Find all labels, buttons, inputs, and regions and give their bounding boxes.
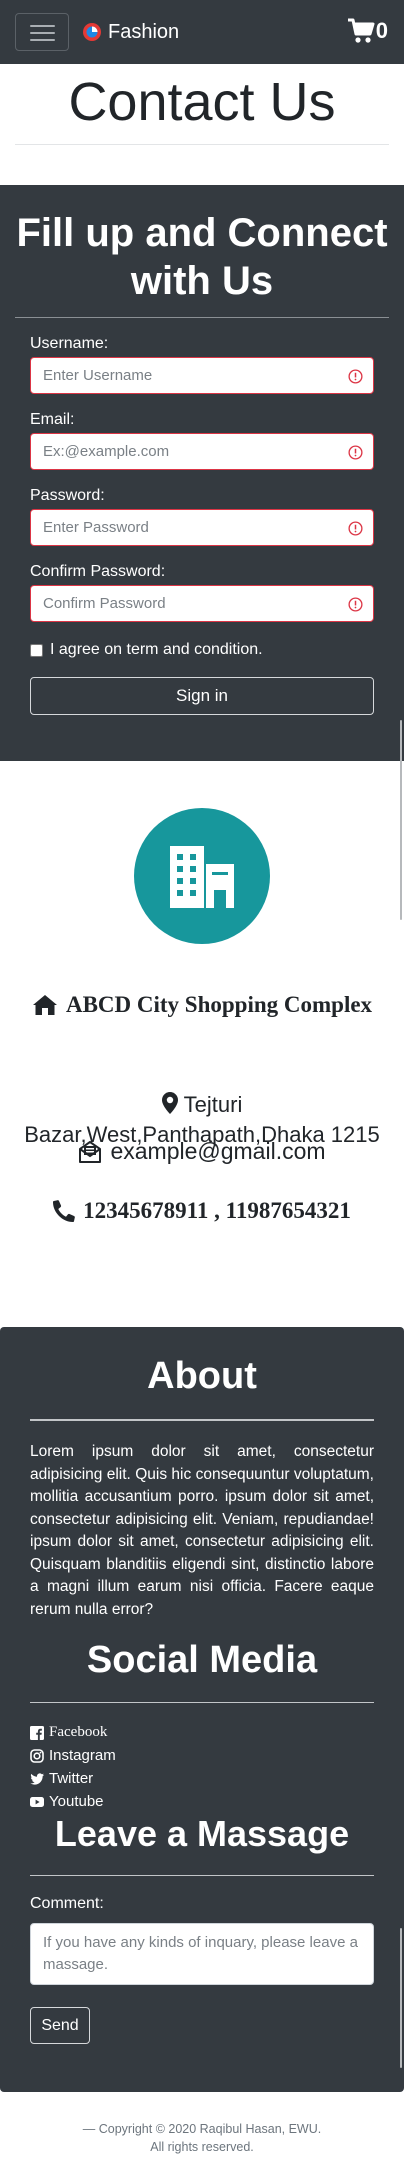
phone-icon xyxy=(53,1200,75,1222)
home-icon xyxy=(32,995,57,1015)
complex-name-row: ABCD City Shopping Complex xyxy=(0,992,404,1018)
email-field-wrapper xyxy=(30,433,374,470)
confirm-password-input[interactable] xyxy=(31,586,373,621)
agree-terms-row: I agree on term and condition. xyxy=(30,641,263,659)
password-input[interactable] xyxy=(31,510,373,545)
email-label: Email: xyxy=(30,411,75,428)
copyright-line-1: — Copyright © 2020 Raqibul Hasan, EWU. xyxy=(82,2122,322,2136)
copyright-line-2: All rights reserved. xyxy=(150,2140,254,2154)
brand-logo-icon xyxy=(83,23,101,41)
social-media-title: Social Media xyxy=(86,1639,318,1681)
map-marker-icon xyxy=(161,1092,178,1114)
brand-link[interactable]: Fashion xyxy=(82,18,179,46)
sign-in-button[interactable]: Sign in xyxy=(30,677,374,715)
cart-button[interactable]: 0 xyxy=(347,16,388,46)
divider xyxy=(30,1419,374,1421)
divider xyxy=(30,1875,374,1876)
facebook-icon xyxy=(30,1725,44,1740)
error-icon xyxy=(348,369,363,384)
footer-section: About Lorem ipsum dolor sit amet, consec… xyxy=(0,1327,404,2092)
hamburger-line xyxy=(30,32,55,34)
scroll-indicator xyxy=(400,1928,402,2068)
divider xyxy=(15,144,389,145)
social-links: Facebook Instagram Twitter Youtube xyxy=(30,1721,116,1813)
confirm-password-field-wrapper xyxy=(30,585,374,622)
email-input[interactable] xyxy=(31,434,373,469)
social-label: Instagram xyxy=(49,1747,116,1764)
about-text: Lorem ipsum dolor sit amet, consectetur … xyxy=(30,1443,374,1618)
building-icon xyxy=(170,846,234,908)
instagram-icon xyxy=(30,1748,44,1763)
confirm-password-label: Confirm Password: xyxy=(30,563,166,580)
username-field-wrapper xyxy=(30,357,374,394)
cart-count: 0 xyxy=(375,18,388,43)
divider xyxy=(30,1702,374,1703)
username-input[interactable] xyxy=(31,358,373,393)
error-icon xyxy=(348,521,363,536)
password-field-wrapper xyxy=(30,509,374,546)
navbar: Fashion 0 xyxy=(0,0,404,64)
shopping-cart-icon xyxy=(347,18,375,43)
page-title: Contact Us xyxy=(68,72,336,132)
envelope-open-text-icon xyxy=(79,1140,102,1163)
hamburger-line xyxy=(30,39,55,41)
about-title: About xyxy=(147,1355,257,1397)
building-icon-badge xyxy=(134,808,270,944)
social-label: Facebook xyxy=(49,1724,108,1740)
social-link-youtube[interactable]: Youtube xyxy=(30,1790,116,1813)
comment-label: Comment: xyxy=(30,1895,104,1912)
form-title: Fill up and Connect with Us xyxy=(16,211,388,303)
phone-row: 12345678911 , 11987654321 xyxy=(0,1198,404,1224)
twitter-icon xyxy=(30,1772,44,1785)
social-link-instagram[interactable]: Instagram xyxy=(30,1744,116,1767)
brand-name: Fashion xyxy=(108,20,180,43)
complex-name: ABCD City Shopping Complex xyxy=(65,992,373,1017)
social-label: Twitter xyxy=(49,1770,94,1787)
social-label: Youtube xyxy=(49,1793,104,1810)
hamburger-line xyxy=(30,25,55,27)
divider xyxy=(15,317,389,318)
scroll-indicator xyxy=(400,720,402,920)
social-link-facebook[interactable]: Facebook xyxy=(30,1721,116,1744)
leave-message-title: Leave a Massage xyxy=(54,1813,350,1854)
youtube-icon xyxy=(30,1796,44,1807)
copyright: — Copyright © 2020 Raqibul Hasan, EWU. A… xyxy=(0,2120,404,2156)
agree-terms-checkbox[interactable] xyxy=(30,643,43,657)
password-label: Password: xyxy=(30,487,105,504)
menu-toggle-button[interactable] xyxy=(15,13,69,51)
send-button[interactable]: Send xyxy=(30,2007,90,2044)
contact-phone[interactable]: 12345678911 , 11987654321 xyxy=(83,1198,351,1224)
email-row: example@gmail.com xyxy=(0,1138,404,1165)
comment-textarea[interactable]: If you have any kinds of inquary, please… xyxy=(30,1923,374,1985)
address-line-1: Tejturi xyxy=(183,1092,243,1117)
agree-terms-label: I agree on term and condition. xyxy=(50,641,263,658)
error-icon xyxy=(348,445,363,460)
signup-form-section: Fill up and Connect with Us Username: Em… xyxy=(0,185,404,761)
error-icon xyxy=(348,597,363,612)
username-label: Username: xyxy=(30,335,109,352)
contact-email[interactable]: example@gmail.com xyxy=(110,1138,325,1165)
social-link-twitter[interactable]: Twitter xyxy=(30,1767,116,1790)
